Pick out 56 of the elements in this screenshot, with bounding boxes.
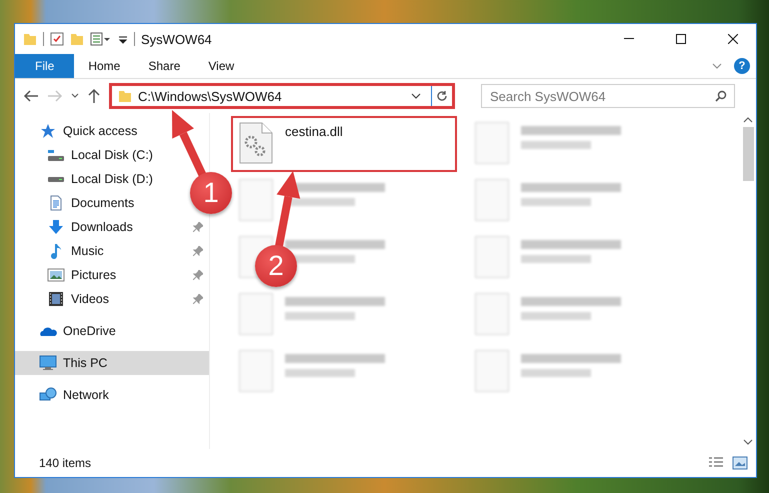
close-icon xyxy=(728,34,738,44)
ribbon-tab[interactable]: File xyxy=(15,54,74,78)
dll-file-icon xyxy=(239,122,273,164)
sidebar-item[interactable]: Quick access xyxy=(15,119,138,143)
folder-icon xyxy=(118,89,132,103)
ribbon-tab[interactable]: Share xyxy=(134,54,194,78)
maximize-icon xyxy=(676,34,686,44)
scroll-down-icon[interactable] xyxy=(743,439,753,445)
film-icon xyxy=(48,291,64,307)
pin-icon[interactable] xyxy=(193,246,203,256)
back-arrow-icon[interactable] xyxy=(23,89,39,103)
network-icon xyxy=(39,387,57,403)
pin-icon[interactable] xyxy=(193,270,203,280)
help-button[interactable]: ? xyxy=(734,58,750,74)
ribbon-tab[interactable]: View xyxy=(194,54,248,78)
pin-icon[interactable] xyxy=(193,222,203,232)
address-path: C:\Windows\SysWOW64 xyxy=(138,88,283,104)
download-arrow-icon xyxy=(48,219,64,235)
drive-icon xyxy=(48,150,64,160)
computer-icon xyxy=(39,355,57,371)
search-icon xyxy=(715,90,727,102)
file-name: cestina.dll xyxy=(285,124,343,139)
dropdown-caret-icon[interactable] xyxy=(411,92,421,100)
sidebar-item[interactable]: Network xyxy=(15,383,109,407)
scroll-up-icon[interactable] xyxy=(743,117,753,123)
layout-icon[interactable] xyxy=(90,32,112,46)
document-icon xyxy=(48,195,64,211)
sidebar-item[interactable]: Pictures xyxy=(15,263,209,287)
sidebar-item[interactable]: Documents xyxy=(15,191,134,215)
refresh-icon xyxy=(436,90,448,102)
address-bar[interactable]: C:\Windows\SysWOW64 xyxy=(109,83,455,109)
search-field[interactable]: Search SysWOW64 xyxy=(481,84,735,108)
star-icon xyxy=(40,123,56,139)
scrollbar-thumb[interactable] xyxy=(742,127,754,181)
window-title: SysWOW64 xyxy=(141,32,213,46)
sidebar-item[interactable]: Local Disk (C:) xyxy=(15,143,153,167)
sidebar-item[interactable]: Videos xyxy=(15,287,209,311)
checklist-icon[interactable] xyxy=(50,32,64,46)
expand-ribbon-icon[interactable] xyxy=(712,62,722,70)
sidebar-item[interactable]: OneDrive xyxy=(15,319,116,343)
pin-icon[interactable] xyxy=(193,294,203,304)
music-note-icon xyxy=(48,243,64,259)
minimize-icon xyxy=(624,38,634,40)
sidebar-item[interactable]: Local Disk (D:) xyxy=(15,167,153,191)
large-icons-view-icon[interactable] xyxy=(732,456,748,470)
annotation-arrow xyxy=(172,110,207,178)
picture-icon xyxy=(47,267,65,283)
recent-caret-icon[interactable] xyxy=(71,93,79,99)
sidebar-item[interactable]: Downloads xyxy=(15,215,209,239)
up-arrow-icon[interactable] xyxy=(87,88,101,104)
ribbon-tab[interactable]: Home xyxy=(74,54,134,78)
sidebar-item[interactable]: This PC xyxy=(15,351,209,375)
sidebar-item[interactable]: Music xyxy=(15,239,209,263)
drive-icon xyxy=(48,176,64,182)
item-count: 140 items xyxy=(39,456,92,470)
file-item[interactable]: cestina.dll xyxy=(231,116,457,172)
